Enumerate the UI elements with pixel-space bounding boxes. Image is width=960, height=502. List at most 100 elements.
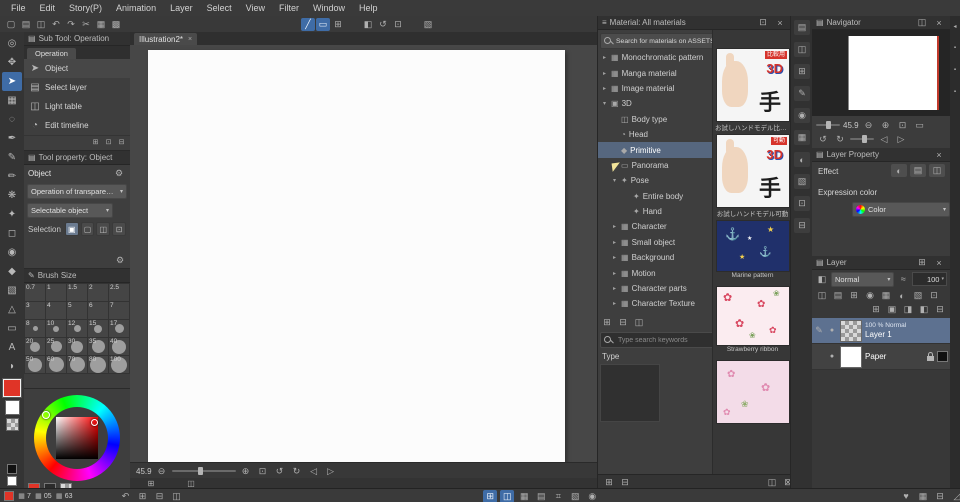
brush-size-cell[interactable]: 60	[46, 356, 66, 373]
selection-mode-3-icon[interactable]	[96, 222, 111, 236]
auto-action-panel-icon[interactable]	[794, 86, 810, 101]
fit-to-screen-icon[interactable]	[256, 465, 270, 478]
opacity-slider-icon[interactable]	[896, 273, 910, 286]
gradient-panel-icon[interactable]	[794, 152, 810, 167]
subtool-item-object[interactable]: Object	[24, 59, 130, 78]
subtool-panel-header[interactable]: Sub Tool: Operation	[24, 32, 130, 46]
nav-rotate-left-icon[interactable]	[816, 133, 830, 146]
subtool-item-light-table[interactable]: Light table	[24, 97, 130, 116]
timeline-toggle-icon[interactable]	[144, 479, 158, 488]
navigator-rotate-slider[interactable]	[850, 135, 874, 143]
pen-tool-icon[interactable]	[2, 129, 22, 148]
layer-row-paper[interactable]: Paper	[812, 344, 950, 370]
brush-size-cell[interactable]: 70	[67, 356, 87, 373]
transfer-layer-icon[interactable]	[901, 303, 915, 316]
sv-marker[interactable]	[91, 419, 98, 426]
tree-item-head[interactable]: Head	[598, 127, 712, 142]
merge-down-icon[interactable]	[917, 303, 931, 316]
menu-layer[interactable]: Layer	[163, 3, 200, 13]
transparent-part-dropdown[interactable]: Operation of transparent part	[27, 184, 127, 199]
material-thumb-floral-pattern[interactable]	[716, 360, 790, 424]
selection-tool-icon[interactable]	[2, 91, 22, 110]
nav-flip-reset-icon[interactable]	[894, 133, 908, 146]
pencil-tool-icon[interactable]	[2, 148, 22, 167]
tree-item-monochromatic-pattern[interactable]: Monochromatic pattern	[598, 50, 712, 65]
quick-access-panel-icon[interactable]	[794, 20, 810, 35]
visibility-eye-icon[interactable]	[827, 350, 837, 363]
brush-size-cell[interactable]: 8	[25, 320, 45, 337]
tree-item-body-type[interactable]: Body type	[598, 112, 712, 127]
brush-size-header[interactable]: Brush Size	[24, 269, 130, 283]
move-tool-icon[interactable]	[2, 53, 22, 72]
palette-color-icon[interactable]	[927, 289, 941, 302]
zoom-out-icon[interactable]	[155, 465, 169, 478]
workspace-toggle-icon[interactable]	[184, 479, 198, 488]
open-file-icon[interactable]	[19, 18, 33, 31]
brush-size-cell[interactable]: 25	[46, 338, 66, 355]
tree-item-character-parts[interactable]: Character parts	[598, 281, 712, 296]
fill-tool-icon[interactable]	[2, 262, 22, 281]
status-view-icon[interactable]	[170, 490, 184, 502]
default-white-swatch[interactable]	[7, 476, 17, 486]
zoom-slider[interactable]	[171, 467, 236, 475]
brush-size-cell[interactable]: 50	[25, 356, 45, 373]
resize-grip-icon[interactable]	[950, 490, 960, 502]
dock-handle-icon[interactable]	[951, 44, 959, 52]
dock-handle-icon[interactable]	[951, 88, 959, 96]
pattern-panel-icon[interactable]	[794, 174, 810, 189]
brush-size-cell[interactable]: 3	[25, 302, 45, 319]
selection-mode-4-icon[interactable]	[112, 222, 126, 236]
rotate-view-icon[interactable]	[376, 18, 390, 31]
tree-item-character[interactable]: Character	[598, 219, 712, 234]
navigator-header[interactable]: Navigator	[812, 16, 950, 30]
information-panel-icon[interactable]	[794, 196, 810, 211]
spinner-icon[interactable]	[941, 276, 944, 282]
collapse-dock-icon[interactable]	[951, 22, 959, 30]
redo-icon[interactable]	[64, 18, 78, 31]
reference-layer-icon[interactable]	[831, 289, 845, 302]
nav-zoom-in-icon[interactable]	[879, 119, 893, 132]
brush-size-cell[interactable]: 35	[88, 338, 108, 355]
navigator-preview[interactable]	[812, 30, 950, 116]
brush-size-cell[interactable]: 7	[109, 302, 129, 319]
zoom-tool-icon[interactable]	[2, 34, 22, 53]
menu-select[interactable]: Select	[200, 3, 239, 13]
brush-size-cell[interactable]: 17	[109, 320, 129, 337]
tree-item-hand[interactable]: Hand	[598, 204, 712, 219]
airbrush-tool-icon[interactable]	[2, 186, 22, 205]
gradient-tool-icon[interactable]	[2, 281, 22, 300]
undo-icon[interactable]	[49, 18, 63, 31]
material-panel-close-icon[interactable]	[773, 16, 787, 29]
flip-reset-icon[interactable]	[324, 465, 338, 478]
tree-view-icon[interactable]	[632, 316, 646, 329]
material-thumb-hand-comparison[interactable]: 比較用 3D 手	[716, 48, 790, 122]
transparent-color-swatch[interactable]	[5, 418, 19, 431]
sub-color-swatch[interactable]	[4, 400, 20, 415]
status-undo-icon[interactable]	[119, 490, 133, 502]
brush-size-cell[interactable]: 6	[88, 302, 108, 319]
material-search-box[interactable]	[600, 332, 716, 348]
tone-effect-icon[interactable]	[910, 164, 926, 177]
menu-help[interactable]: Help	[352, 3, 385, 13]
add-subtool-icon[interactable]	[90, 137, 101, 147]
nav-zoom-out-icon[interactable]	[862, 119, 876, 132]
draft-layer-icon[interactable]	[879, 289, 893, 302]
workspace-layout-1-icon[interactable]	[483, 489, 498, 502]
brush-size-cell[interactable]: 0.7	[25, 284, 45, 301]
border-effect-icon[interactable]	[891, 164, 907, 177]
brush-size-cell[interactable]: 20	[25, 338, 45, 355]
tone-panel-icon[interactable]	[794, 130, 810, 145]
reset-view-icon[interactable]	[391, 18, 405, 31]
save-icon[interactable]	[34, 18, 48, 31]
material-search-input[interactable]	[616, 335, 712, 345]
tree-item-motion[interactable]: Motion	[598, 265, 712, 280]
item-bank-panel-icon[interactable]	[794, 64, 810, 79]
tree-item-entire-body[interactable]: Entire body	[598, 189, 712, 204]
nav-fit-icon[interactable]	[896, 119, 910, 132]
eraser-tool-icon[interactable]	[2, 224, 22, 243]
paste-icon[interactable]	[109, 18, 123, 31]
balloon-tool-icon[interactable]	[2, 357, 22, 376]
decoration-tool-icon[interactable]	[2, 205, 22, 224]
brush-size-cell[interactable]: 10	[46, 320, 66, 337]
expand-icon[interactable]	[611, 254, 618, 261]
